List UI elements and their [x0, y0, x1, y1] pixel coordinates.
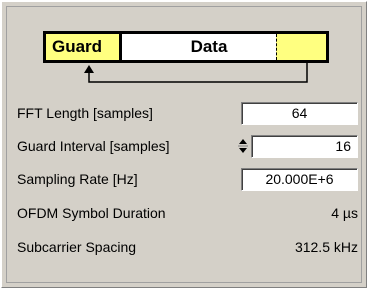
guard-interval-row: Guard Interval [samples] 16 [17, 131, 363, 161]
sampling-rate-field[interactable]: 20.000E+6 [241, 167, 358, 191]
symbol-duration-value: 4 µs [331, 205, 358, 221]
symbol-duration-row: OFDM Symbol Duration 4 µs [17, 198, 363, 228]
panel-groupbox: Guard Data FFT Length [samples] 64 Guard… [6, 6, 362, 283]
subcarrier-spacing-value: 312.5 kHz [294, 239, 358, 255]
ofdm-symbol-diagram: Guard Data [7, 7, 365, 97]
fft-length-row: FFT Length [samples] 64 [17, 98, 363, 128]
symbol-duration-label: OFDM Symbol Duration [17, 205, 166, 221]
subcarrier-spacing-row: Subcarrier Spacing 312.5 kHz [17, 232, 363, 262]
cyclic-prefix-arrow-icon [84, 63, 308, 83]
up-down-spinner-icon[interactable] [238, 136, 248, 156]
sampling-rate-row: Sampling Rate [Hz] 20.000E+6 [17, 164, 363, 194]
guard-interval-field[interactable]: 16 [251, 134, 358, 158]
fft-length-field[interactable]: 64 [241, 101, 358, 125]
ofdm-parameters-panel: Guard Data FFT Length [samples] 64 Guard… [1, 1, 367, 288]
